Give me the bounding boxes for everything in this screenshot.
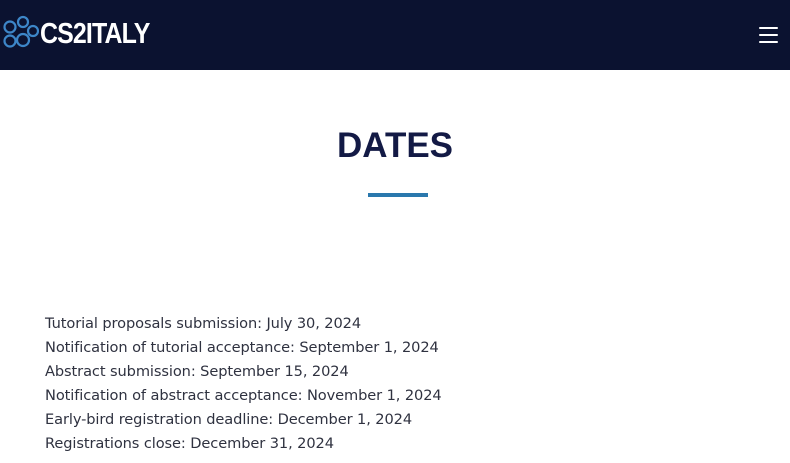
logo-circles-icon (3, 15, 39, 48)
important-dates-list: Tutorial proposals submission: July 30, … (45, 312, 442, 456)
date-item-tutorial-notification: Notification of tutorial acceptance: Sep… (45, 339, 439, 356)
page-title: DATES (336, 126, 454, 165)
title-underline-divider (368, 193, 428, 197)
date-item-tutorial-proposals: Tutorial proposals submission: July 30, … (45, 315, 362, 332)
date-item-early-bird-deadline: Early-bird registration deadline: Decemb… (45, 411, 413, 428)
date-item-abstract-notification: Notification of abstract acceptance: Nov… (45, 387, 442, 404)
top-navbar: CS2ITALY (0, 0, 790, 70)
site-logo[interactable]: CS2ITALY (3, 14, 167, 54)
logo-text: CS2ITALY (40, 18, 150, 50)
hamburger-menu-icon[interactable] (757, 23, 781, 47)
date-item-abstract-submission: Abstract submission: September 15, 2024 (45, 363, 349, 380)
date-item-registrations-close: Registrations close: December 31, 2024 (45, 435, 334, 452)
